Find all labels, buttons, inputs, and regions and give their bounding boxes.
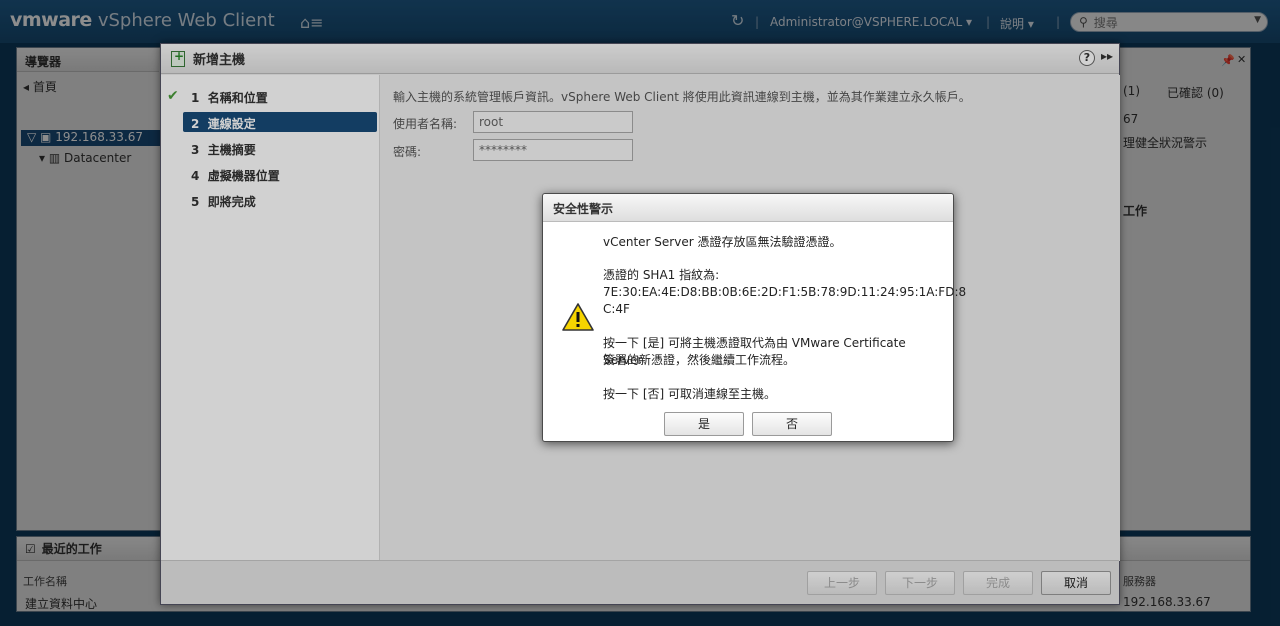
warning-icon [561, 302, 595, 335]
security-alert-dialog: 安全性警示 vCenter Server 憑證存放區無法驗證憑證。 憑證的 SH… [542, 193, 967, 442]
dialog-line-sha1-value-cont: C:4F [603, 302, 630, 316]
dialog-line-cert-error: vCenter Server 憑證存放區無法驗證憑證。 [603, 235, 842, 249]
dialog-line-yes-info-cont: 簽署的新憑證，然後繼續工作流程。 [603, 353, 796, 367]
yes-button[interactable]: 是 [664, 412, 744, 436]
dialog-title: 安全性警示 [543, 194, 953, 222]
dialog-line-sha1-value: 7E:30:EA:4E:D8:BB:0B:6E:2D:F1:5B:78:9D:1… [603, 285, 967, 299]
no-button[interactable]: 否 [752, 412, 832, 436]
dialog-line-no-info: 按一下 [否] 可取消連線至主機。 [603, 387, 776, 401]
dialog-line-sha1-label: 憑證的 SHA1 指紋為: [603, 268, 720, 282]
